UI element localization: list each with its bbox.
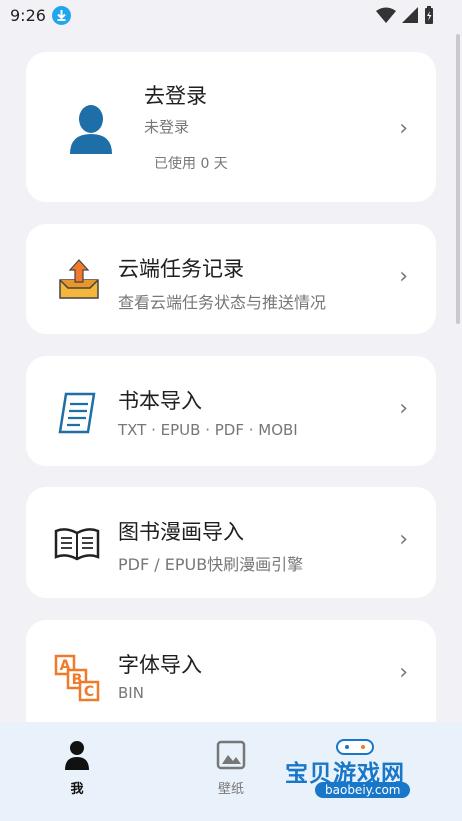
nav-tab-me[interactable]: 我 [37, 740, 117, 797]
menu-item-comic-import[interactable]: 图书漫画导入 PDF / EPUB快刷漫画引擎 › [26, 487, 436, 598]
nav-label: 壁纸 [217, 782, 244, 797]
abc-blocks-icon: A B C [54, 654, 100, 706]
open-book-icon [54, 527, 100, 567]
chevron-right-icon: › [399, 116, 408, 141]
menu-subtitle: 查看云端任务状态与推送情况 [118, 293, 327, 312]
status-bar: 9:26 [0, 0, 462, 32]
usage-days: 已使用 0 天 [154, 156, 228, 172]
scrollbar[interactable] [456, 34, 460, 324]
chevron-right-icon: › [399, 527, 408, 552]
nav-tab-wallpaper[interactable]: 壁纸 [191, 740, 271, 797]
menu-item-book-import[interactable]: 书本导入 TXT · EPUB · PDF · MOBI › [26, 356, 436, 466]
nav-label: 我 [70, 782, 84, 797]
menu-subtitle: BIN [118, 684, 144, 702]
login-title: 去登录 [144, 84, 207, 108]
menu-subtitle: TXT · EPUB · PDF · MOBI [118, 421, 298, 439]
chevron-right-icon: › [399, 264, 408, 289]
download-icon [52, 6, 71, 25]
menu-title: 图书漫画导入 [118, 520, 244, 544]
cloud-upload-box-icon [56, 258, 102, 306]
svg-text:C: C [84, 684, 94, 700]
document-icon [56, 392, 98, 438]
status-time: 9:26 [10, 6, 46, 25]
login-card[interactable]: 去登录 未登录 已使用 0 天 › [26, 52, 436, 202]
menu-title: 书本导入 [118, 389, 202, 413]
user-avatar-icon [68, 104, 114, 158]
menu-title: 字体导入 [118, 653, 202, 677]
signal-icon [402, 7, 418, 27]
battery-icon [424, 6, 434, 28]
person-icon [64, 741, 90, 774]
wifi-icon [376, 7, 396, 27]
login-status: 未登录 [144, 118, 190, 136]
watermark-logo: 宝贝游戏网 baobeiy.com [285, 739, 435, 807]
menu-subtitle: PDF / EPUB快刷漫画引擎 [118, 555, 304, 574]
menu-title: 云端任务记录 [118, 257, 244, 281]
chevron-right-icon: › [399, 396, 408, 421]
image-icon [216, 740, 246, 774]
menu-item-cloud-tasks[interactable]: 云端任务记录 查看云端任务状态与推送情况 › [26, 224, 436, 334]
watermark-url: baobeiy.com [315, 782, 411, 798]
chevron-right-icon: › [399, 660, 408, 685]
